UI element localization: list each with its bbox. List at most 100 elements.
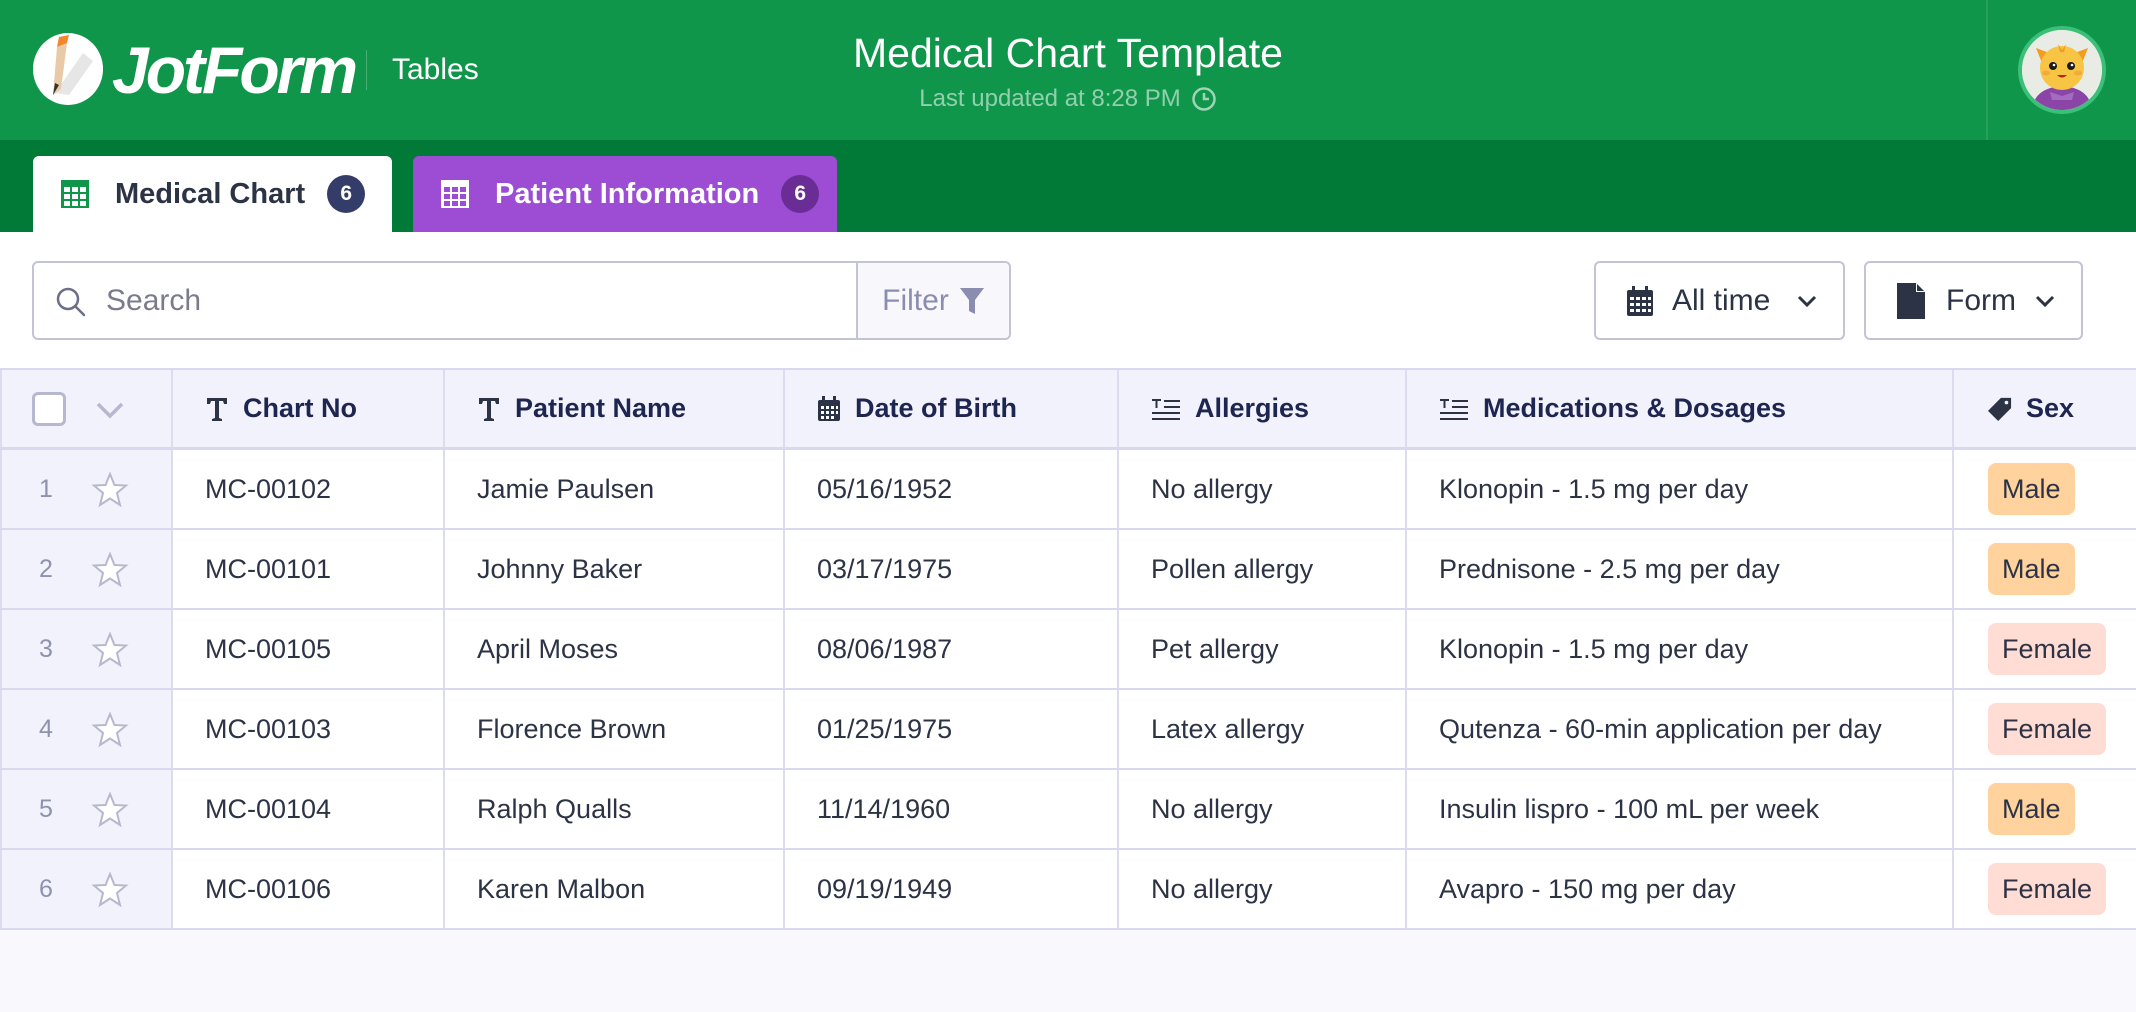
cell-patient-name[interactable]: Jamie Paulsen [445, 450, 785, 528]
tab-count-badge: 6 [781, 175, 820, 213]
cell-patient-name[interactable]: Karen Malbon [445, 850, 785, 928]
sex-badge: Male [1988, 783, 2075, 835]
long-text-icon [1152, 398, 1180, 420]
table-row[interactable]: 5 MC-00104 Ralph Qualls 11/14/1960 No al… [0, 770, 2136, 850]
calendar-icon [1627, 285, 1653, 316]
cell-medications[interactable]: Klonopin - 1.5 mg per day [1407, 610, 1954, 688]
tab-medical-chart[interactable]: Medical Chart 6 [33, 156, 392, 232]
table-row[interactable]: 1 MC-00102 Jamie Paulsen 05/16/1952 No a… [0, 450, 2136, 530]
user-avatar[interactable] [2018, 26, 2106, 114]
row-number: 2 [39, 554, 53, 583]
column-header-medications[interactable]: Medications & Dosages [1407, 370, 1954, 447]
tab-count-badge: 6 [327, 175, 366, 213]
cell-sex[interactable]: Female [1954, 690, 2136, 768]
cell-patient-name[interactable]: Florence Brown [445, 690, 785, 768]
cell-patient-name[interactable]: Ralph Qualls [445, 770, 785, 848]
cell-date-of-birth[interactable]: 05/16/1952 [785, 450, 1119, 528]
star-icon[interactable] [90, 870, 130, 910]
cell-allergies[interactable]: No allergy [1119, 450, 1407, 528]
page-title: Medical Chart Template [853, 30, 1283, 76]
row-controls: 6 [0, 850, 173, 928]
cell-sex[interactable]: Male [1954, 530, 2136, 608]
column-label: Date of Birth [855, 393, 1017, 423]
column-header-sex[interactable]: Sex [1954, 370, 2136, 447]
cell-chart-no[interactable]: MC-00101 [173, 530, 445, 608]
column-label: Sex [2026, 393, 2075, 423]
search-input[interactable] [106, 277, 846, 325]
table-row[interactable]: 4 MC-00103 Florence Brown 01/25/1975 Lat… [0, 690, 2136, 770]
long-text-icon [1440, 398, 1468, 420]
table-body: 1 MC-00102 Jamie Paulsen 05/16/1952 No a… [0, 450, 2136, 930]
cell-date-of-birth[interactable]: 01/25/1975 [785, 690, 1119, 768]
form-dropdown[interactable]: Form [1864, 261, 2083, 340]
sex-badge: Female [1988, 703, 2107, 755]
row-number: 6 [39, 874, 53, 903]
text-type-icon [207, 397, 227, 421]
star-icon[interactable] [90, 710, 130, 750]
row-controls: 5 [0, 770, 173, 848]
tab-patient-information[interactable]: Patient Information 6 [413, 156, 837, 232]
cell-allergies[interactable]: Latex allergy [1119, 690, 1407, 768]
cell-sex[interactable]: Female [1954, 850, 2136, 928]
cell-patient-name[interactable]: April Moses [445, 610, 785, 688]
select-all-checkbox[interactable] [32, 392, 66, 426]
star-icon[interactable] [90, 470, 130, 510]
column-label: Medications & Dosages [1483, 393, 1787, 423]
cell-medications[interactable]: Qutenza - 60-min application per day [1407, 690, 1954, 768]
table-row[interactable]: 6 MC-00106 Karen Malbon 09/19/1949 No al… [0, 850, 2136, 930]
table-row[interactable]: 3 MC-00105 April Moses 08/06/1987 Pet al… [0, 610, 2136, 690]
cell-medications[interactable]: Avapro - 150 mg per day [1407, 850, 1954, 928]
table-row[interactable]: 2 MC-00101 Johnny Baker 03/17/1975 Polle… [0, 530, 2136, 610]
cell-patient-name[interactable]: Johnny Baker [445, 530, 785, 608]
chevron-down-icon[interactable] [94, 400, 126, 420]
document-icon [1897, 282, 1925, 319]
search-box: Filter [32, 261, 1011, 340]
table-header-row: Chart No Patient Name Date of Birth Alle… [0, 368, 2136, 450]
column-header-chart-no[interactable]: Chart No [173, 370, 445, 447]
cell-medications[interactable]: Klonopin - 1.5 mg per day [1407, 450, 1954, 528]
column-header-allergies[interactable]: Allergies [1119, 370, 1407, 447]
form-value: Form [1946, 283, 2016, 317]
cell-date-of-birth[interactable]: 03/17/1975 [785, 530, 1119, 608]
star-icon[interactable] [90, 630, 130, 670]
cell-sex[interactable]: Female [1954, 610, 2136, 688]
cell-chart-no[interactable]: MC-00104 [173, 770, 445, 848]
sex-badge: Male [1988, 543, 2075, 595]
cell-sex[interactable]: Male [1954, 450, 2136, 528]
calendar-icon [818, 395, 840, 421]
date-range-dropdown[interactable]: All time [1594, 261, 1845, 340]
cell-allergies[interactable]: Pet allergy [1119, 610, 1407, 688]
chevron-down-icon [2035, 295, 2055, 307]
star-icon[interactable] [90, 790, 130, 830]
tab-label: Medical Chart [115, 178, 306, 210]
cell-date-of-birth[interactable]: 08/06/1987 [785, 610, 1119, 688]
filter-button[interactable]: Filter [856, 263, 1009, 338]
star-icon[interactable] [90, 550, 130, 590]
cell-chart-no[interactable]: MC-00103 [173, 690, 445, 768]
cell-sex[interactable]: Male [1954, 770, 2136, 848]
cell-medications[interactable]: Insulin lispro - 100 mL per week [1407, 770, 1954, 848]
sex-badge: Male [1988, 463, 2075, 515]
row-controls: 3 [0, 610, 173, 688]
toolbar: Filter All time Form [0, 232, 2136, 368]
cell-allergies[interactable]: No allergy [1119, 850, 1407, 928]
last-updated-text: Last updated at 8:28 PM [919, 85, 1181, 112]
column-header-date-of-birth[interactable]: Date of Birth [785, 370, 1119, 447]
chevron-down-icon [1797, 295, 1817, 307]
cell-chart-no[interactable]: MC-00105 [173, 610, 445, 688]
cell-medications[interactable]: Prednisone - 2.5 mg per day [1407, 530, 1954, 608]
table-tabs: Medical Chart 6 Patient Information 6 [0, 140, 2136, 232]
cell-allergies[interactable]: No allergy [1119, 770, 1407, 848]
cell-date-of-birth[interactable]: 09/19/1949 [785, 850, 1119, 928]
table-grid-icon [441, 180, 469, 208]
cell-chart-no[interactable]: MC-00106 [173, 850, 445, 928]
tag-icon [1988, 397, 2012, 421]
cell-date-of-birth[interactable]: 11/14/1960 [785, 770, 1119, 848]
cell-allergies[interactable]: Pollen allergy [1119, 530, 1407, 608]
last-updated: Last updated at 8:28 PM [919, 82, 1217, 116]
column-header-patient-name[interactable]: Patient Name [445, 370, 785, 447]
column-label: Allergies [1195, 393, 1310, 423]
column-label: Patient Name [515, 393, 687, 423]
select-column-header [0, 370, 173, 447]
cell-chart-no[interactable]: MC-00102 [173, 450, 445, 528]
